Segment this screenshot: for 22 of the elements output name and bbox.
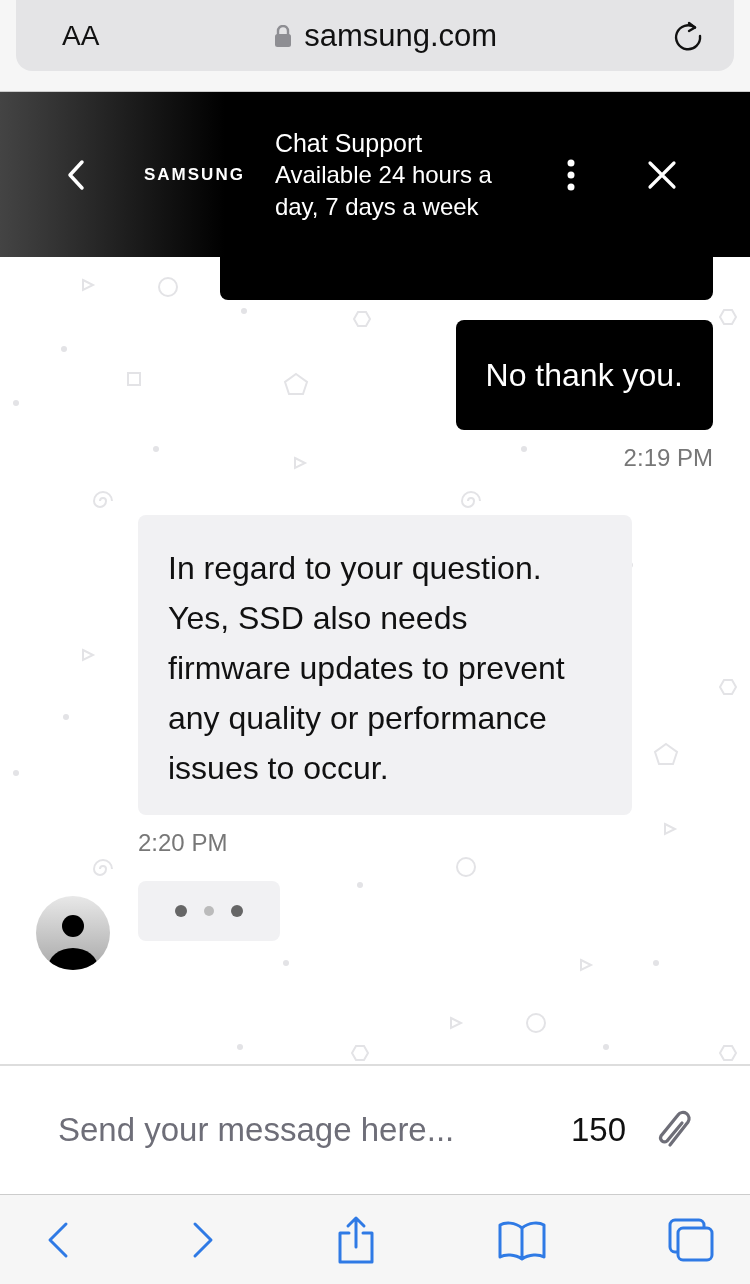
message-time: 2:19 PM (623, 444, 713, 472)
typing-dots-icon (174, 904, 244, 918)
close-icon[interactable] (646, 159, 677, 190)
address-bar[interactable]: AA samsung.com (16, 0, 734, 71)
chat-title: Chat Support (274, 127, 424, 159)
chat-subtitle: Available 24 hours a day, 7 days a week (274, 159, 493, 222)
message-bubble: No thank you. (455, 320, 713, 430)
character-counter: 150 (570, 1111, 626, 1149)
more-icon[interactable] (566, 158, 575, 191)
back-icon[interactable] (66, 158, 86, 191)
reload-icon[interactable] (672, 19, 704, 52)
brand-logo: SAMSUNG (144, 164, 245, 185)
forward-icon[interactable] (191, 1220, 215, 1259)
message-time: 2:20 PM (138, 829, 228, 857)
share-icon[interactable] (336, 1214, 376, 1265)
avatar-icon (36, 896, 110, 970)
url-text: samsung.com (304, 17, 498, 54)
message-bubble: In regard to your question. Yes, SSD also needs firmware updates to prevent any quality or performance issues to occur. (138, 515, 632, 815)
lock-icon (274, 24, 293, 47)
message-input[interactable]: Send your message here... (56, 1110, 541, 1150)
tabs-icon[interactable] (668, 1217, 714, 1262)
text-size-button[interactable]: AA (62, 19, 100, 52)
